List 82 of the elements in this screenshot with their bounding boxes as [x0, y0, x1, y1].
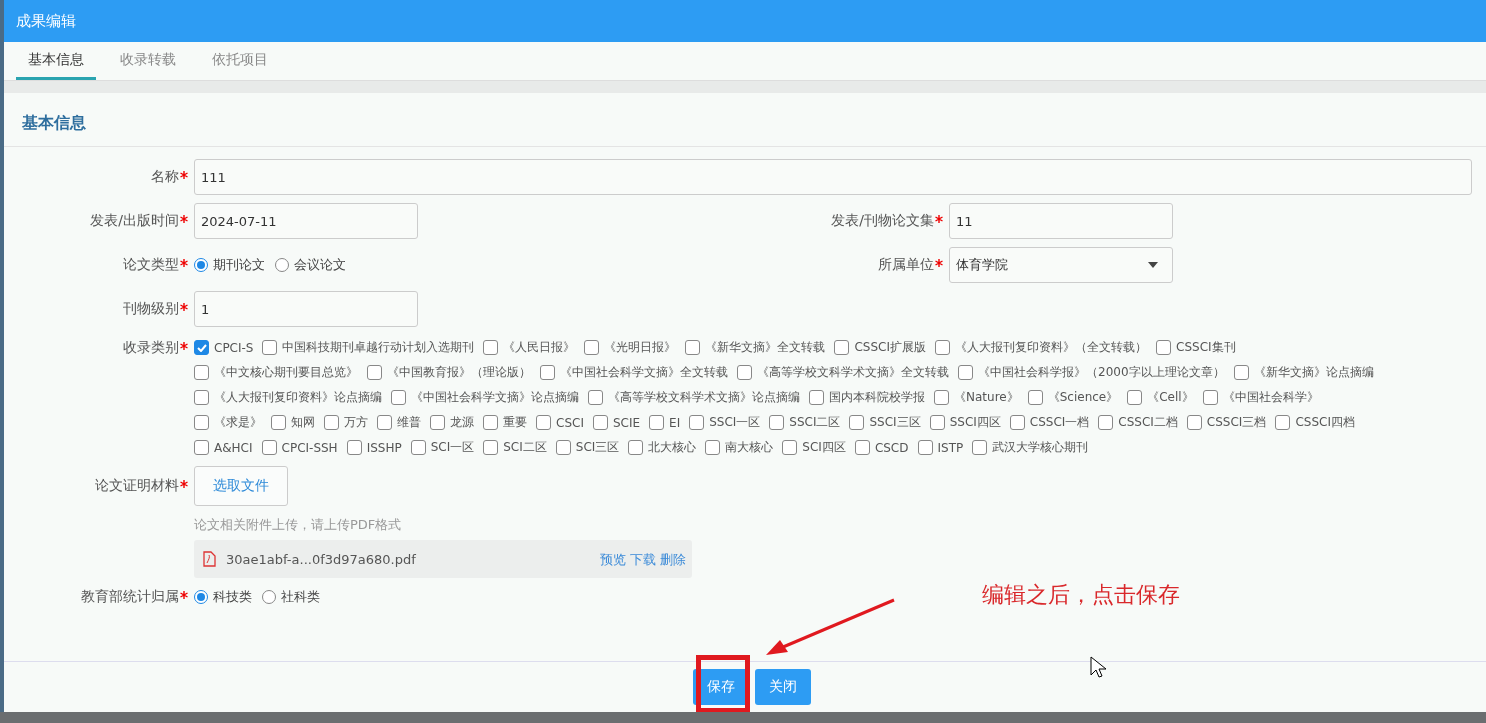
checkbox-option[interactable]: SSCI三区 [849, 414, 921, 431]
checkbox-option[interactable]: CSCD [854, 439, 909, 456]
checkbox-option[interactable]: 万方 [324, 414, 368, 431]
checkbox-option[interactable]: 《高等学校文科学术文摘》全文转载 [737, 364, 949, 381]
checkbox-option[interactable]: SSCI四区 [929, 414, 1001, 431]
field-label: 收录类别 [123, 339, 179, 357]
checkbox-option[interactable]: 《Science》 [1027, 389, 1119, 406]
field-label: 论文类型 [123, 256, 179, 274]
checkbox-option[interactable]: 武汉大学核心期刊 [972, 439, 1089, 456]
checkbox-option[interactable]: SCI四区 [782, 439, 846, 456]
checkbox-option[interactable]: CSSCI集刊 [1156, 339, 1236, 356]
pdf-icon [202, 551, 216, 567]
field-label: 刊物级别 [123, 300, 179, 318]
checkbox-option[interactable]: 《中文核心期刊要目总览》 [194, 364, 358, 381]
checkbox-option[interactable]: CSSCI一档 [1009, 414, 1090, 431]
checkbox-option[interactable]: 《新华文摘》全文转载 [685, 339, 826, 356]
checkbox-option[interactable]: A&HCI [194, 439, 253, 456]
field-label: 所属单位 [878, 256, 934, 274]
checkbox-option[interactable]: CSSCI三档 [1186, 414, 1267, 431]
checkbox-option[interactable]: 维普 [377, 414, 421, 431]
checkbox-option[interactable]: 《中国社会科学》 [1202, 389, 1319, 406]
radio-option[interactable]: 期刊论文 [194, 256, 265, 274]
file-name: 30ae1abf-a...0f3d97a680.pdf [226, 551, 417, 567]
checkbox-option[interactable]: 《人大报刊复印资料》（全文转载） [935, 339, 1147, 356]
checkbox-option[interactable]: 《高等学校文科学术文摘》论点摘编 [588, 389, 800, 406]
tab[interactable]: 依托项目 [200, 51, 280, 80]
checkbox-option[interactable]: ISTP [917, 439, 964, 456]
checkbox-option[interactable]: SCI一区 [410, 439, 475, 456]
checkmark-icon [196, 343, 207, 352]
checkbox-option[interactable]: CPCI-SSH [261, 439, 338, 456]
upload-hint: 论文相关附件上传，请上传PDF格式 [194, 516, 403, 534]
checkbox-option[interactable]: EI [649, 414, 681, 431]
annotation-text: 编辑之后，点击保存 [982, 581, 1180, 609]
checkbox-option[interactable]: 《光明日报》 [584, 339, 677, 356]
field-label: 发表/出版时间 [90, 212, 179, 230]
checkbox-option[interactable]: ISSHP [346, 439, 402, 456]
name-input[interactable]: 111 [194, 159, 1472, 195]
tab[interactable]: 收录转载 [108, 51, 188, 80]
checkbox-option[interactable]: 《新华文摘》论点摘编 [1233, 364, 1374, 381]
caret-icon [1148, 262, 1158, 268]
checkbox-option[interactable]: 重要 [483, 414, 527, 431]
checkbox-option[interactable]: SCI三区 [555, 439, 620, 456]
checkbox-option[interactable]: 《求是》 [194, 414, 262, 431]
checkbox-option[interactable]: CSSCI扩展版 [834, 339, 926, 356]
checkbox-option[interactable]: CSCI [536, 414, 584, 431]
checkbox-option[interactable]: 《Nature》 [934, 389, 1019, 406]
checkbox-option[interactable]: 《中国社会科学文摘》全文转载 [540, 364, 728, 381]
collection-input[interactable]: 11 [949, 203, 1173, 239]
checkbox-option[interactable]: SSCI一区 [689, 414, 761, 431]
checkbox-option[interactable]: CPCI-S [194, 339, 254, 356]
checkbox-option[interactable]: 中国科技期刊卓越行动计划入选期刊 [262, 339, 475, 356]
level-input[interactable]: 1 [194, 291, 418, 327]
field-label: 论文证明材料 [95, 477, 179, 495]
checkbox-option[interactable]: SCI二区 [483, 439, 547, 456]
field-label: 发表/刊物论文集 [831, 212, 934, 230]
highlight-frame [696, 655, 750, 712]
checkbox-option[interactable]: 知网 [271, 414, 315, 431]
checkbox-option[interactable]: SSCI二区 [769, 414, 841, 431]
radio-option[interactable]: 会议论文 [275, 256, 346, 274]
radio-option[interactable]: 社科类 [262, 588, 320, 606]
checkbox-option[interactable]: SCIE [592, 414, 641, 431]
checkbox-option[interactable]: 《中国社会科学报》（2000字以上理论文章） [958, 364, 1225, 381]
window-title: 成果编辑 [4, 0, 1486, 42]
checkbox-option[interactable]: 《Cell》 [1127, 389, 1194, 406]
checkbox-option[interactable]: 龙源 [430, 414, 474, 431]
cursor-icon [1090, 656, 1106, 680]
section-title: 基本信息 [4, 93, 1486, 147]
choose-file-button[interactable]: 选取文件 [194, 466, 288, 506]
checkbox-option[interactable]: CSSCI二档 [1098, 414, 1178, 431]
checkbox-option[interactable]: 《人民日报》 [483, 339, 576, 356]
checkbox-option[interactable]: 国内本科院校学报 [809, 389, 925, 406]
checkbox-option[interactable]: 《人大报刊复印资料》论点摘编 [194, 389, 382, 406]
field-label: 教育部统计归属 [81, 588, 179, 606]
checkbox-option[interactable]: 《中国社会科学文摘》论点摘编 [391, 389, 579, 406]
checkbox-option[interactable]: 北大核心 [628, 439, 697, 456]
checkbox-option[interactable]: 《中国教育报》（理论版） [367, 364, 531, 381]
radio-option[interactable]: 科技类 [194, 588, 252, 606]
checkbox-option[interactable]: 南大核心 [705, 439, 774, 456]
checkbox-option[interactable]: CSSCI四档 [1275, 414, 1355, 431]
date-input[interactable]: 2024-07-11 [194, 203, 418, 239]
unit-select[interactable]: 体育学院 [949, 247, 1173, 283]
field-label: 名称 [151, 168, 179, 186]
